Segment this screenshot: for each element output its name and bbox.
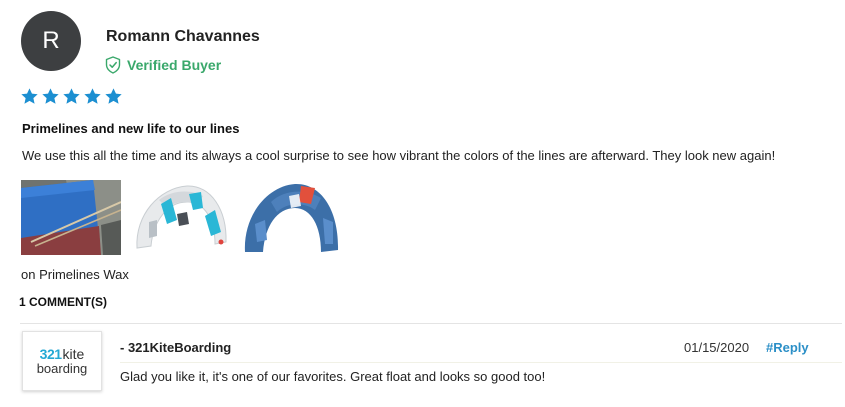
avatar-initial: R [42,27,60,54]
comment-divider [20,323,842,324]
verified-buyer-badge: Verified Buyer [105,55,221,75]
review-title: Primelines and new life to our lines [22,121,240,136]
logo-word-boarding: boarding [36,361,88,376]
logo-number: 321 [39,346,62,362]
comment-count: 1 COMMENT(S) [19,295,107,309]
reply-author: - 321KiteBoarding [120,340,232,355]
review-photo-thumbnail[interactable] [241,180,341,255]
shield-check-icon [105,56,121,74]
review-body: We use this all the time and its always … [22,148,776,163]
star-icon [20,87,39,106]
star-icon [41,87,60,106]
star-icon [83,87,102,106]
reply-link[interactable]: #Reply [766,340,809,355]
review-photo-thumbnail[interactable] [131,180,231,255]
star-icon [104,87,123,106]
review-photo-thumbnail[interactable] [21,180,121,255]
star-rating [20,87,123,106]
reviewer-name: Romann Chavannes [106,28,260,45]
brand-logo: 321 kite boarding [22,331,102,391]
star-icon [62,87,81,106]
reviewed-product: on Primelines Wax [21,267,129,282]
product-prefix: on [21,267,36,282]
reply-divider [120,362,842,363]
verified-buyer-label: Verified Buyer [127,57,222,73]
product-name: Primelines Wax [39,267,129,282]
logo-word-kite: kite [62,346,85,362]
reply-date: 01/15/2020 [684,340,750,355]
avatar: R [21,11,81,71]
reply-body: Glad you like it, it's one of our favori… [120,369,546,384]
